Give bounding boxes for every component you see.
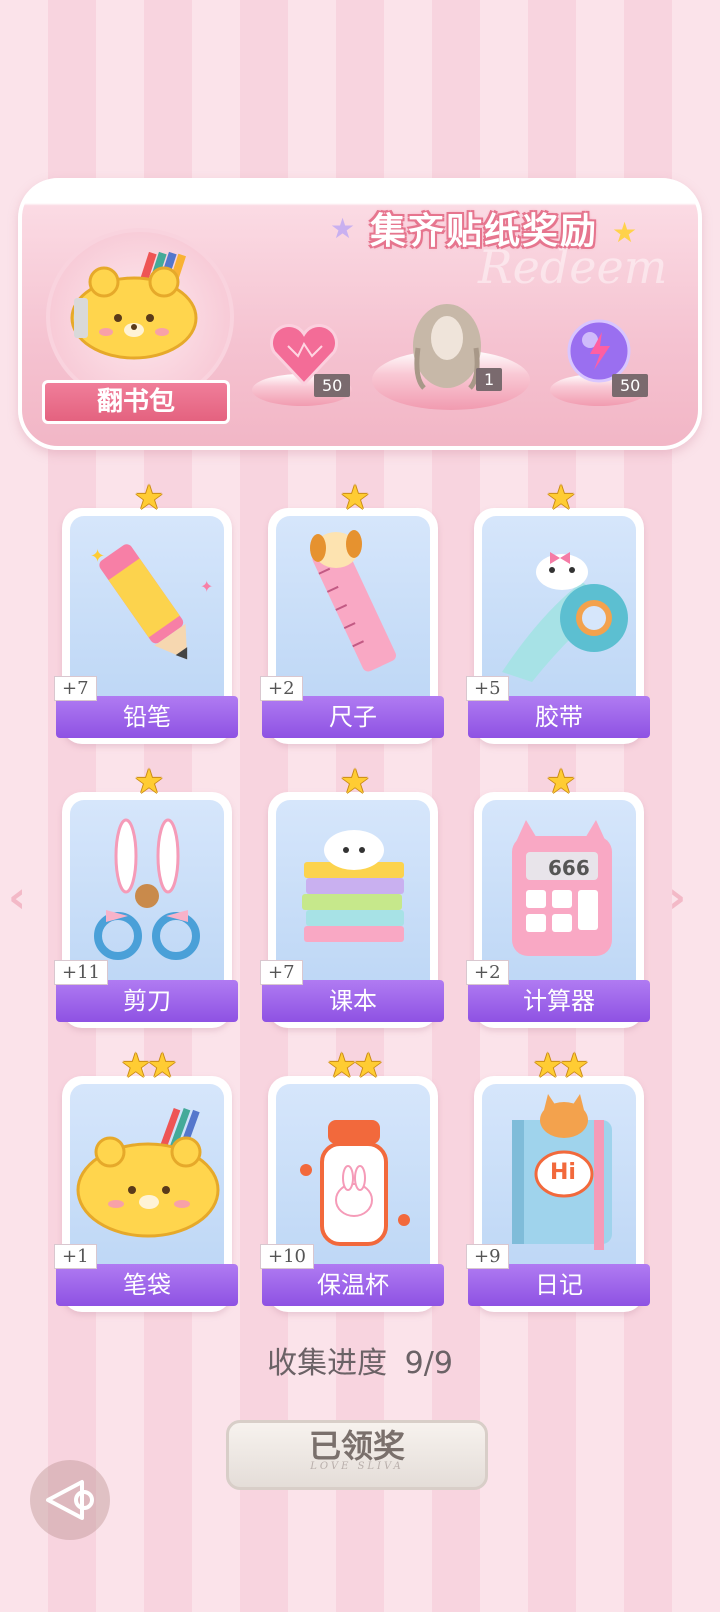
pencil-icon: ✦✦ bbox=[90, 544, 213, 660]
rarity-stars: ★★ bbox=[326, 1046, 384, 1086]
scissors-icon bbox=[94, 818, 200, 960]
rarity-stars: ★★ bbox=[120, 1046, 178, 1086]
sticker-name: 胶带 bbox=[468, 696, 650, 738]
svg-text:✦: ✦ bbox=[90, 546, 105, 567]
sticker-name: 尺子 bbox=[262, 696, 444, 738]
sticker-card[interactable]: ★ 计算器 +2 bbox=[466, 762, 650, 1028]
sticker-count: +2 bbox=[466, 960, 509, 985]
sticker-count: +7 bbox=[54, 676, 97, 701]
rarity-stars: ★ bbox=[339, 478, 370, 518]
reward-count: 50 bbox=[612, 374, 649, 397]
sticker-name: 课本 bbox=[262, 980, 444, 1022]
previous-page-button[interactable]: ‹ bbox=[8, 872, 26, 923]
thermos-icon bbox=[300, 1120, 410, 1246]
sticker-count: +10 bbox=[260, 1244, 314, 1269]
sticker-card[interactable]: ★ 胶带 +5 bbox=[466, 478, 650, 744]
rarity-stars: ★ bbox=[133, 478, 164, 518]
banner-watermark: Redeem bbox=[478, 240, 668, 294]
reward-count: 50 bbox=[314, 374, 351, 397]
sticker-count: +11 bbox=[54, 960, 108, 985]
sticker-name: 日记 bbox=[468, 1264, 650, 1306]
sticker-name: 保温杯 bbox=[262, 1264, 444, 1306]
sticker-count: +2 bbox=[260, 676, 303, 701]
rarity-stars: ★ bbox=[545, 478, 576, 518]
star-decoration-icon: ★ bbox=[330, 212, 356, 245]
rarity-stars: ★ bbox=[545, 762, 576, 802]
progress-value: 9/9 bbox=[404, 1346, 453, 1381]
rarity-stars: ★ bbox=[133, 762, 164, 802]
progress-label: 收集进度 bbox=[267, 1346, 388, 1381]
sticker-card[interactable]: ★ 剪刀 +11 bbox=[54, 762, 238, 1028]
rarity-stars: ★ bbox=[339, 762, 370, 802]
sticker-name: 计算器 bbox=[468, 980, 650, 1022]
sticker-count: +1 bbox=[54, 1244, 97, 1269]
sticker-card[interactable]: ★★ 日记 +9 bbox=[466, 1046, 650, 1312]
sticker-name: 剪刀 bbox=[56, 980, 238, 1022]
sticker-card[interactable]: ✦ ✦ ★ 铅笔 +7 bbox=[54, 478, 238, 744]
sticker-card[interactable]: ★★ 笔袋 +1 bbox=[54, 1046, 238, 1312]
next-page-button[interactable]: › bbox=[668, 872, 686, 923]
calculator-icon bbox=[512, 820, 612, 956]
sticker-name: 笔袋 bbox=[56, 1264, 238, 1306]
rarity-stars: ★★ bbox=[532, 1046, 590, 1086]
claimed-button-sub: LOVE SLIVA bbox=[310, 1461, 404, 1472]
pencil-case-icon bbox=[76, 1107, 220, 1238]
sticker-card[interactable]: ★ 课本 +7 bbox=[260, 762, 444, 1028]
collection-progress: 收集进度 9/9 bbox=[0, 1338, 720, 1382]
diary-bubble-text: Hi bbox=[550, 1160, 576, 1185]
reward-count: 1 bbox=[476, 368, 503, 391]
ruler-icon bbox=[310, 530, 397, 672]
sticker-count: +7 bbox=[260, 960, 303, 985]
reward-pack-label: 翻书包 bbox=[42, 380, 230, 424]
svg-text:✦: ✦ bbox=[200, 577, 213, 596]
sticker-card[interactable]: ★ 尺子 +2 bbox=[260, 478, 444, 744]
claimed-button[interactable]: 已领奖 LOVE SLIVA bbox=[226, 1420, 488, 1490]
tape-icon bbox=[502, 552, 628, 682]
back-arrow-icon bbox=[46, 1480, 94, 1520]
back-button[interactable] bbox=[30, 1460, 110, 1540]
textbooks-icon bbox=[302, 830, 404, 942]
sticker-count: +9 bbox=[466, 1244, 509, 1269]
pencil-pouch-icon bbox=[70, 251, 198, 360]
sticker-count: +5 bbox=[466, 676, 509, 701]
calculator-display: 666 bbox=[548, 856, 590, 880]
sticker-card[interactable]: ★★ 保温杯 +10 bbox=[260, 1046, 444, 1312]
sticker-name: 铅笔 bbox=[56, 696, 238, 738]
